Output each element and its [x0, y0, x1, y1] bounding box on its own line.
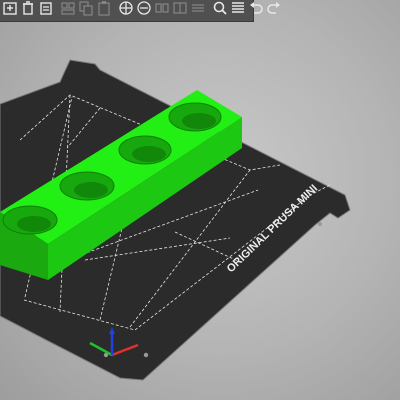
3d-viewport[interactable]: ORIGINAL PRUSA MINI [0, 0, 400, 400]
remove-instance-icon [136, 0, 152, 21]
split-objects-button[interactable] [154, 1, 170, 21]
paste-icon [96, 0, 112, 21]
delete-button[interactable] [20, 1, 36, 21]
split-objects-icon [154, 0, 170, 21]
split-parts-icon [172, 0, 188, 21]
search-button[interactable] [212, 1, 228, 21]
add-instance-icon [118, 0, 134, 21]
paste-button[interactable] [96, 1, 112, 21]
undo-button[interactable] [248, 1, 264, 21]
arrange-button[interactable] [60, 1, 76, 21]
split-parts-button[interactable] [172, 1, 188, 21]
redo-icon [266, 0, 282, 21]
redo-button[interactable] [266, 1, 282, 21]
arrange-icon [60, 0, 76, 21]
delete-icon [20, 0, 36, 21]
copy-button[interactable] [78, 1, 94, 21]
undo-icon [248, 0, 264, 21]
add-icon [2, 0, 18, 21]
copy-icon [78, 0, 94, 21]
remove-instance-button[interactable] [136, 1, 152, 21]
menu-icon [230, 0, 246, 21]
add-instance-button[interactable] [118, 1, 134, 21]
top-toolbar [0, 0, 280, 22]
add-button[interactable] [2, 1, 18, 21]
delete-all-button[interactable] [38, 1, 54, 21]
search-icon [212, 0, 228, 21]
menu-button[interactable] [230, 1, 246, 21]
delete-all-icon [38, 0, 54, 21]
layers-editing-icon [190, 0, 206, 21]
layers-editing-button[interactable] [190, 1, 206, 21]
